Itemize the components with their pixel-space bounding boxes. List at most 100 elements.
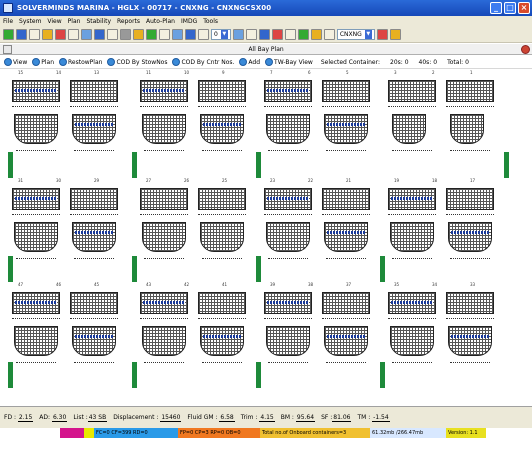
grid-icon[interactable] bbox=[68, 29, 79, 40]
bay-above-deck[interactable] bbox=[12, 188, 60, 210]
pan-icon[interactable] bbox=[245, 29, 257, 40]
bay-above-deck[interactable] bbox=[446, 188, 494, 210]
radio-cod-stownos[interactable]: COD By StowNos bbox=[107, 58, 167, 66]
list-icon[interactable] bbox=[159, 29, 170, 40]
bay-above-deck[interactable] bbox=[12, 80, 60, 102]
dollar-icon[interactable] bbox=[310, 29, 322, 40]
bay-plan-canvas[interactable]: 15 14 13 11 10 9 7 6 5 3 2 1 31 30 29 27 26 25 23 22 21 19 18 1… bbox=[0, 70, 532, 402]
bay-above-deck[interactable] bbox=[446, 292, 494, 314]
menu-file[interactable]: File bbox=[3, 18, 13, 25]
bay-below-deck[interactable] bbox=[266, 222, 310, 252]
ship-icon[interactable] bbox=[172, 29, 183, 40]
download-icon[interactable] bbox=[323, 29, 335, 40]
bay-below-deck[interactable] bbox=[200, 114, 244, 144]
print-icon[interactable] bbox=[29, 29, 40, 40]
bay-above-deck[interactable] bbox=[264, 292, 312, 314]
stack-icon[interactable] bbox=[297, 29, 309, 40]
bay-above-deck[interactable] bbox=[70, 80, 118, 102]
bay-below-deck[interactable] bbox=[200, 222, 244, 252]
radio-add[interactable]: Add bbox=[239, 58, 260, 66]
bay-icon[interactable] bbox=[185, 29, 196, 40]
bay-below-deck[interactable] bbox=[142, 114, 186, 144]
document-close-icon[interactable] bbox=[521, 45, 530, 54]
bay-above-deck[interactable] bbox=[140, 292, 188, 314]
bay-below-deck[interactable] bbox=[14, 114, 58, 144]
menu-reports[interactable]: Reports bbox=[117, 18, 140, 25]
menu-view[interactable]: View bbox=[47, 18, 61, 25]
bay-below-deck[interactable] bbox=[390, 222, 434, 252]
bay-above-deck[interactable] bbox=[264, 188, 312, 210]
zoom-select[interactable]: 0 ▼ bbox=[211, 29, 231, 40]
bay-below-deck[interactable] bbox=[142, 222, 186, 252]
bay-below-deck[interactable] bbox=[390, 326, 434, 356]
menu-tools[interactable]: Tools bbox=[203, 18, 218, 25]
bay-below-deck[interactable] bbox=[142, 326, 186, 356]
radio-plan[interactable]: Plan bbox=[32, 58, 54, 66]
radio-tw-bay-view[interactable]: TW-Bay View bbox=[265, 58, 313, 66]
chart-icon[interactable] bbox=[146, 29, 157, 40]
table-icon[interactable] bbox=[94, 29, 105, 40]
bay-above-deck[interactable] bbox=[198, 188, 246, 210]
bay-above-deck[interactable] bbox=[388, 292, 436, 314]
radio-cod-stownos-label: COD By StowNos bbox=[116, 58, 168, 66]
target-icon[interactable] bbox=[271, 29, 283, 40]
bay-above-deck[interactable] bbox=[446, 80, 494, 102]
crane-icon[interactable] bbox=[133, 29, 144, 40]
bay-above-deck[interactable] bbox=[264, 80, 312, 102]
bay-below-deck[interactable] bbox=[266, 326, 310, 356]
bay-above-deck[interactable] bbox=[198, 292, 246, 314]
zoom-icon[interactable] bbox=[198, 29, 209, 40]
home-icon[interactable] bbox=[376, 29, 388, 40]
menu-system[interactable]: System bbox=[19, 18, 41, 25]
bay-below-deck[interactable] bbox=[324, 326, 368, 356]
bay-below-deck[interactable] bbox=[14, 326, 58, 356]
bay-below-deck[interactable] bbox=[200, 326, 244, 356]
bay-above-deck[interactable] bbox=[12, 292, 60, 314]
bay-below-deck[interactable] bbox=[448, 222, 492, 252]
export-icon[interactable] bbox=[389, 29, 401, 40]
minimize-button[interactable]: _ bbox=[490, 2, 502, 14]
bay-above-deck[interactable] bbox=[388, 188, 436, 210]
bay-group: 3 2 1 bbox=[384, 70, 502, 170]
bay-below-deck[interactable] bbox=[324, 114, 368, 144]
menu-stability[interactable]: Stability bbox=[86, 18, 111, 25]
refresh-icon[interactable] bbox=[232, 29, 244, 40]
bay-below-deck[interactable] bbox=[72, 326, 116, 356]
bay-below-deck[interactable] bbox=[14, 222, 58, 252]
filter-icon[interactable] bbox=[284, 29, 296, 40]
bay-below-deck[interactable] bbox=[266, 114, 310, 144]
bay-above-deck[interactable] bbox=[322, 188, 370, 210]
menu-plan[interactable]: Plan bbox=[68, 18, 81, 25]
radio-view[interactable]: View bbox=[4, 58, 27, 66]
layout-icon[interactable] bbox=[120, 29, 131, 40]
binoculars-icon[interactable] bbox=[258, 29, 270, 40]
port-select[interactable]: CNXNG ▼ bbox=[336, 29, 375, 40]
bay-above-deck[interactable] bbox=[70, 292, 118, 314]
settings-icon[interactable] bbox=[42, 29, 53, 40]
bay-above-deck[interactable] bbox=[322, 292, 370, 314]
bay-above-deck[interactable] bbox=[198, 80, 246, 102]
radio-cod-cntrnos[interactable]: COD By Cntr Nos. bbox=[172, 58, 234, 66]
radio-restowplan[interactable]: RestowPlan bbox=[59, 58, 102, 66]
bay-below-deck[interactable] bbox=[72, 114, 116, 144]
menu-imdg[interactable]: IMDG bbox=[181, 18, 197, 25]
bay-below-deck[interactable] bbox=[450, 114, 484, 144]
stop-icon[interactable] bbox=[55, 29, 66, 40]
help-icon[interactable] bbox=[81, 29, 92, 40]
bay-above-deck[interactable] bbox=[70, 188, 118, 210]
bay-below-deck[interactable] bbox=[392, 114, 426, 144]
bay-above-deck[interactable] bbox=[322, 80, 370, 102]
hatch-line bbox=[70, 318, 118, 319]
bay-below-deck[interactable] bbox=[324, 222, 368, 252]
bay-below-deck[interactable] bbox=[448, 326, 492, 356]
bay-above-deck[interactable] bbox=[388, 80, 436, 102]
menu-auto-plan[interactable]: Auto-Plan bbox=[146, 18, 175, 25]
bay-below-deck[interactable] bbox=[72, 222, 116, 252]
bay-above-deck[interactable] bbox=[140, 188, 188, 210]
anchor-icon[interactable] bbox=[107, 29, 118, 40]
maximize-button[interactable]: □ bbox=[504, 2, 516, 14]
bay-above-deck[interactable] bbox=[140, 80, 188, 102]
close-button[interactable]: × bbox=[518, 2, 530, 14]
open-icon[interactable] bbox=[3, 29, 14, 40]
save-icon[interactable] bbox=[16, 29, 27, 40]
